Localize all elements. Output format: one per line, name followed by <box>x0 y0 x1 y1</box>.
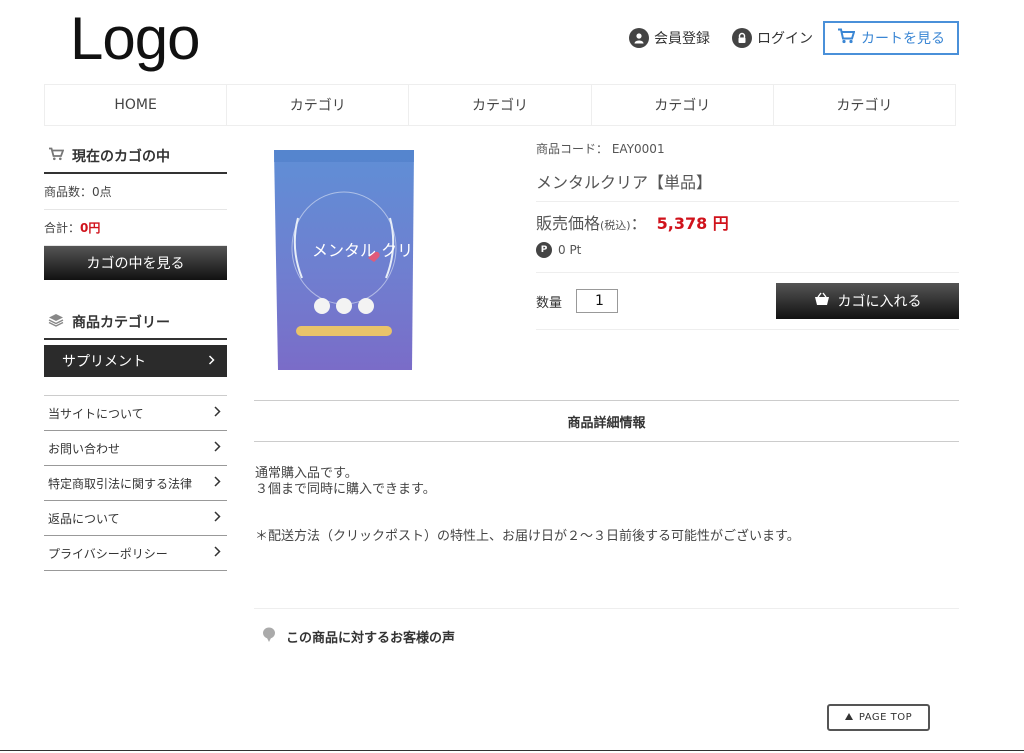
link-contact-label: お問い合わせ <box>48 441 121 456</box>
points-value: 0 Pt <box>558 243 582 257</box>
link-returns-label: 返品について <box>48 511 120 526</box>
register-label: 会員登録 <box>654 31 710 47</box>
cart-total: 合計： 0円 <box>44 210 227 246</box>
view-cart-contents-button[interactable]: カゴの中を見る <box>44 246 227 280</box>
chevron-right-icon <box>213 476 221 490</box>
nav-category-1[interactable]: カテゴリ <box>226 85 408 125</box>
quantity-group: 数量 <box>536 289 619 313</box>
cart-total-value: 0円 <box>80 221 101 235</box>
basket-icon <box>814 292 830 310</box>
product-description: 通常購入品です。 ３個まで同時に購入できます。 ＊配送方法（クリックポスト）の特… <box>255 466 955 545</box>
product-code: 商品コード： EAY0001 <box>536 140 959 157</box>
reviews-heading: この商品に対するお客様の声 <box>254 608 959 664</box>
add-to-cart-label: カゴに入れる <box>837 294 922 310</box>
cart-icon <box>48 147 65 165</box>
price-label: 販売価格 <box>536 214 601 233</box>
detail-heading: 商品詳細情報 <box>254 400 959 442</box>
link-about-label: 当サイトについて <box>48 406 144 421</box>
quantity-label: 数量 <box>536 295 563 311</box>
reviews-title: この商品に対するお客様の声 <box>286 631 456 646</box>
cart-label: カートを見る <box>861 31 945 47</box>
nav-category-2[interactable]: カテゴリ <box>408 85 590 125</box>
product-name: メンタルクリア【単品】 <box>536 169 959 202</box>
cart-item-count: 商品数：0点 <box>44 174 227 210</box>
package-label: メンタル クリア <box>312 241 420 260</box>
speech-bubble-icon <box>262 627 276 647</box>
global-nav: HOME カテゴリ カテゴリ カテゴリ カテゴリ <box>44 84 957 126</box>
link-commerce-law[interactable]: 特定商取引法に関する法律 <box>44 466 227 501</box>
link-about[interactable]: 当サイトについて <box>44 396 227 431</box>
cart-icon <box>837 28 856 48</box>
chevron-right-icon <box>213 511 221 525</box>
link-returns[interactable]: 返品について <box>44 501 227 536</box>
nav-category-4[interactable]: カテゴリ <box>772 85 957 125</box>
link-commerce-law-label: 特定商取引法に関する法律 <box>48 476 193 491</box>
site-logo[interactable]: Logo <box>70 6 200 72</box>
user-icon <box>629 28 649 48</box>
login-label: ログイン <box>757 31 813 47</box>
category-item-supplement[interactable]: サプリメント <box>44 345 227 377</box>
description-line-2: ３個まで同時に購入できます。 <box>255 482 436 497</box>
points-row: P 0 Pt <box>536 242 959 273</box>
add-to-cart-button[interactable]: カゴに入れる <box>776 283 959 319</box>
triangle-up-icon <box>844 712 853 723</box>
shipping-note: ＊配送方法（クリックポスト）の特性上、お届け日が２～３日前後する可能性がございま… <box>255 529 800 544</box>
cart-summary-title: 現在のカゴの中 <box>72 149 170 165</box>
points-icon: P <box>536 242 552 258</box>
product-code-value: EAY0001 <box>611 142 665 156</box>
cart-summary-heading: 現在のカゴの中 <box>44 140 227 174</box>
price-separator: ： <box>630 214 647 233</box>
description-line-1: 通常購入品です。 <box>255 466 358 481</box>
nav-home[interactable]: HOME <box>44 85 226 125</box>
category-heading: 商品カテゴリー <box>44 306 227 340</box>
nav-category-3[interactable]: カテゴリ <box>590 85 773 125</box>
sidebar: 現在のカゴの中 商品数：0点 合計： 0円 カゴの中を見る 商品カテゴリー サプリ… <box>44 140 227 571</box>
view-cart-button[interactable]: カートを見る <box>823 21 959 55</box>
tax-label: (税込) <box>600 219 631 232</box>
register-link[interactable]: 会員登録 <box>629 28 710 48</box>
link-contact[interactable]: お問い合わせ <box>44 431 227 466</box>
link-privacy[interactable]: プライバシーポリシー <box>44 536 227 571</box>
header-links: 会員登録 ログイン カートを見る <box>629 21 959 55</box>
chevron-right-icon <box>213 406 221 420</box>
lock-icon <box>732 28 752 48</box>
footer-divider <box>0 750 1024 751</box>
page-top-label: PAGE TOP <box>858 712 913 723</box>
price-row: 販売価格 (税込)： 5,378 円 <box>536 210 959 234</box>
link-privacy-label: プライバシーポリシー <box>48 546 168 561</box>
category-item-label: サプリメント <box>62 354 146 370</box>
category-title: 商品カテゴリー <box>72 315 170 331</box>
layers-icon <box>48 313 64 331</box>
login-link[interactable]: ログイン <box>732 28 813 48</box>
chevron-right-icon <box>213 546 221 560</box>
cart-total-label: 合計： <box>44 221 81 235</box>
chevron-right-icon <box>213 441 221 455</box>
page-top-button[interactable]: PAGE TOP <box>827 704 930 731</box>
info-links: 当サイトについて お問い合わせ 特定商取引法に関する法律 返品について プライバ… <box>44 395 227 571</box>
quantity-row: 数量 カゴに入れる <box>536 273 959 330</box>
chevron-right-icon <box>208 353 215 369</box>
product-info: 商品コード： EAY0001 メンタルクリア【単品】 販売価格 (税込)： 5,3… <box>536 138 959 330</box>
quantity-input[interactable] <box>576 289 619 313</box>
product-code-label: 商品コード： <box>536 142 609 156</box>
product-image[interactable]: メンタル クリア <box>268 148 429 374</box>
product-price: 5,378 円 <box>656 214 729 233</box>
